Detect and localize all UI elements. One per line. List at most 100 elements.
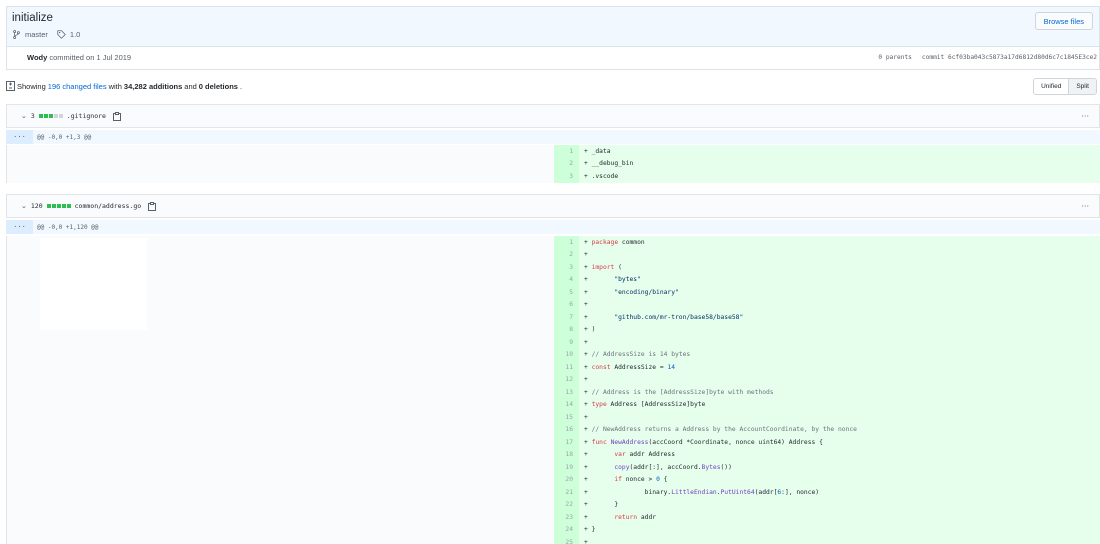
tag-icon: [57, 30, 66, 39]
line-number[interactable]: 4: [554, 273, 579, 286]
diff-line: 9 +: [554, 336, 1100, 349]
line-number[interactable]: 7: [554, 311, 579, 324]
line-text: + func NewAddress(accCoord *Coordinate, …: [584, 438, 823, 446]
line-number[interactable]: 6: [554, 298, 579, 311]
diff-line: 14 + type Address [AddressSize]byte: [554, 398, 1100, 411]
diff-line: 6 +: [554, 298, 1100, 311]
line-number[interactable]: 23: [554, 511, 579, 524]
diff-line: 17 + func NewAddress(accCoord *Coordinate…: [554, 436, 1100, 449]
diff-line: 25 +: [554, 536, 1100, 544]
diffstat-blocks: [38, 114, 63, 118]
line-text: + if nonce > 0 {: [584, 476, 668, 484]
line-code: + "bytes": [579, 273, 1100, 286]
diff-body: 1 + _data 2 + __debug_bin 3 + .vscode: [6, 145, 1100, 183]
line-text: + }: [584, 526, 596, 534]
commit-header: initialize master 1.0 Browse files: [6, 6, 1100, 46]
chevron-down-icon[interactable]: ⌄: [21, 112, 27, 120]
diffstat-blocks: [46, 204, 71, 208]
line-number[interactable]: 1: [554, 145, 579, 158]
line-number[interactable]: 16: [554, 423, 579, 436]
line-number[interactable]: 3: [554, 170, 579, 183]
file-name[interactable]: .gitignore: [67, 112, 106, 120]
line-text: + }: [584, 501, 619, 509]
diff-body: 1 + package common 2 +3 + import (4 + "bytes"…: [6, 236, 1100, 544]
line-code: + }: [579, 523, 1100, 536]
line-number[interactable]: 18: [554, 448, 579, 461]
line-code: + _data: [579, 145, 1100, 158]
clipboard-icon[interactable]: [148, 201, 157, 211]
left-empty-pane: [7, 236, 554, 544]
line-text: + // AddressSize is 14 bytes: [584, 351, 691, 359]
kebab-horizontal-icon[interactable]: ···: [1081, 202, 1089, 211]
split-button[interactable]: Split: [1068, 79, 1096, 94]
line-number[interactable]: 2: [554, 157, 579, 170]
diff-line: 5 + "encoding/binary": [554, 286, 1100, 299]
changed-files-link[interactable]: 196 changed files: [48, 82, 107, 91]
diffstat-count: 3: [30, 112, 35, 120]
file-header[interactable]: ⌄ 120 common/address.go ···: [6, 194, 1100, 218]
line-number[interactable]: 24: [554, 523, 579, 536]
unfold-icon[interactable]: ···: [6, 130, 33, 144]
line-number[interactable]: 22: [554, 498, 579, 511]
line-code: + binary.LittleEndian.PutUint64(addr[6:]…: [579, 486, 1100, 499]
line-number[interactable]: 21: [554, 486, 579, 499]
commit-sha[interactable]: commit 6cf03ba043c5873a17d6812d80d6c7c18…: [922, 54, 1097, 61]
diff-line: 2 +: [554, 248, 1100, 261]
kebab-horizontal-icon[interactable]: ···: [1081, 112, 1089, 121]
deletions-count: 0 deletions: [198, 81, 238, 91]
line-number[interactable]: 11: [554, 361, 579, 374]
line-code: + __debug_bin: [579, 157, 1100, 170]
diff-line: 11 + const AddressSize = 14: [554, 361, 1100, 374]
chevron-down-icon[interactable]: ⌄: [21, 202, 27, 210]
line-text: + copy(addr[:], accCoord.Bytes()): [584, 463, 732, 471]
line-code: +: [579, 298, 1100, 311]
branch-name[interactable]: master: [25, 30, 48, 39]
file-header[interactable]: ⌄ 3 .gitignore ···: [6, 104, 1100, 128]
author-name[interactable]: Wody: [27, 53, 47, 62]
diff-line: 10 + // AddressSize is 14 bytes: [554, 348, 1100, 361]
line-number[interactable]: 1: [554, 236, 579, 249]
line-number[interactable]: 8: [554, 323, 579, 336]
summary-period: .: [239, 81, 243, 91]
diff-line: 19 + copy(addr[:], accCoord.Bytes()): [554, 461, 1100, 474]
line-number[interactable]: 5: [554, 286, 579, 299]
diff-line: 24 + }: [554, 523, 1100, 536]
line-number[interactable]: 14: [554, 398, 579, 411]
line-code: +: [579, 536, 1100, 544]
line-number[interactable]: 15: [554, 411, 579, 424]
tag-name[interactable]: 1.0: [70, 30, 80, 39]
diff-line: 16 + // NewAddress returns a Address by t…: [554, 423, 1100, 436]
line-code: + package common: [579, 236, 1100, 249]
line-number[interactable]: 12: [554, 373, 579, 386]
line-number[interactable]: 3: [554, 261, 579, 274]
file-name[interactable]: common/address.go: [75, 202, 142, 210]
line-text: + "bytes": [584, 276, 641, 284]
diff-line: 13 + // Address is the [AddressSize]byte …: [554, 386, 1100, 399]
diff-line: 4 + "bytes": [554, 273, 1100, 286]
diff-line: 21 + binary.LittleEndian.PutUint64(addr[6…: [554, 486, 1100, 499]
line-code: + func NewAddress(accCoord *Coordinate, …: [579, 436, 1100, 449]
clipboard-icon[interactable]: [112, 111, 121, 121]
line-number[interactable]: 13: [554, 386, 579, 399]
line-text: +: [584, 301, 588, 309]
diff-line: 1 + _data: [554, 145, 1100, 158]
diffstat-count: 120: [30, 202, 43, 210]
line-number[interactable]: 2: [554, 248, 579, 261]
unified-button[interactable]: Unified: [1034, 79, 1069, 94]
line-code: + import (: [579, 261, 1100, 274]
line-number[interactable]: 19: [554, 461, 579, 474]
line-text: + ): [584, 326, 596, 334]
line-number[interactable]: 20: [554, 473, 579, 486]
line-number[interactable]: 9: [554, 336, 579, 349]
unfold-icon[interactable]: ···: [6, 220, 33, 234]
line-number[interactable]: 10: [554, 348, 579, 361]
parents-count: 0 parents: [878, 54, 912, 61]
browse-files-button[interactable]: Browse files: [1034, 12, 1093, 30]
line-code: + }: [579, 498, 1100, 511]
line-code: + return addr: [579, 511, 1100, 524]
line-number[interactable]: 25: [554, 536, 579, 544]
diff-view-toggle: Unified Split: [1033, 78, 1097, 95]
summary-and: and: [184, 81, 197, 91]
diff-line: 7 + "github.com/mr-tron/base58/base58": [554, 311, 1100, 324]
line-number[interactable]: 17: [554, 436, 579, 449]
